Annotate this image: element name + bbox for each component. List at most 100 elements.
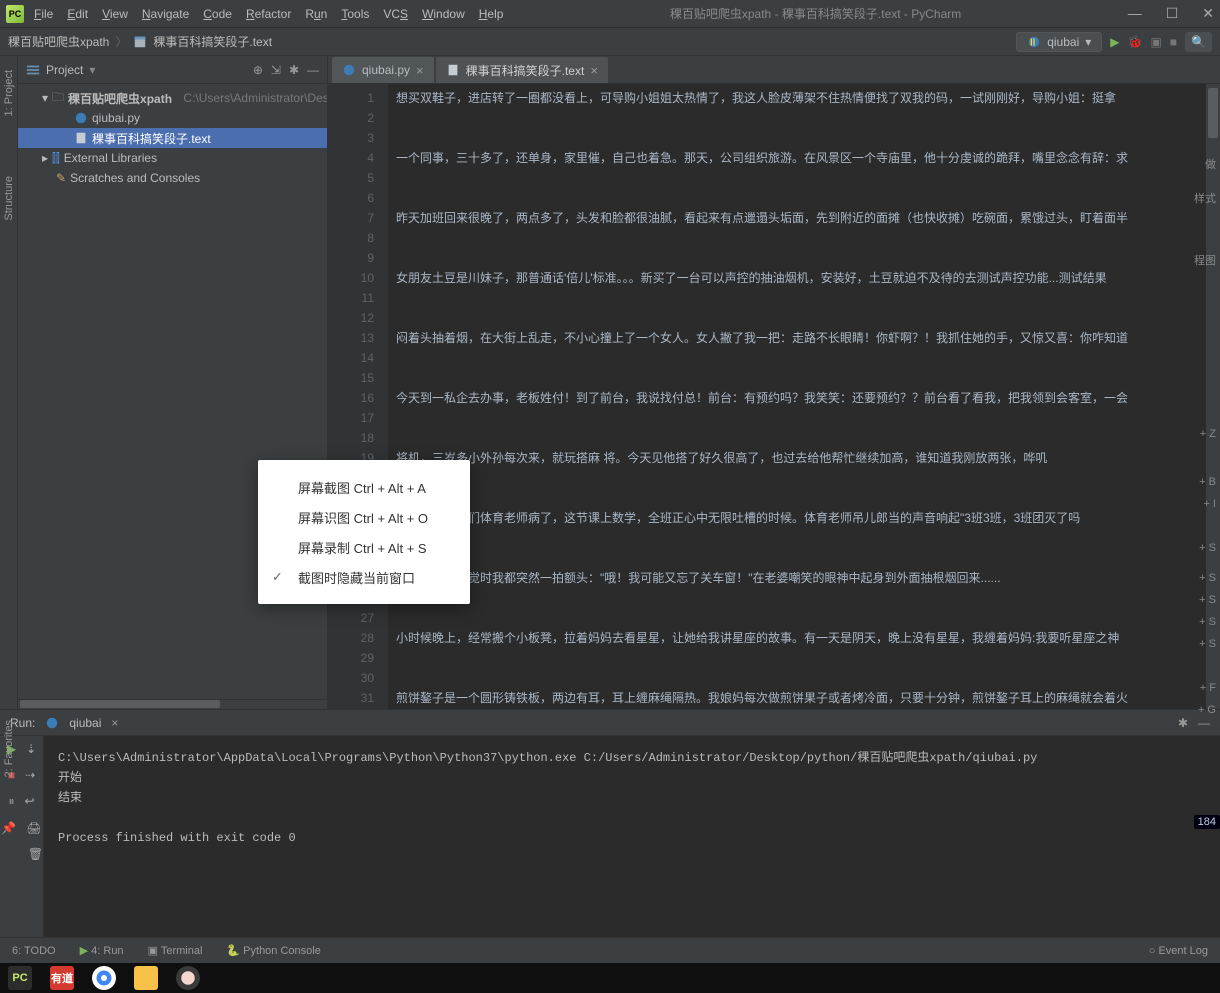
- navigation-bar: 稞百贴吧爬虫xpath 〉 稞事百科搞笑段子.text qiubai ▾ ▶ 🐞…: [0, 28, 1220, 56]
- code-content[interactable]: 想买双鞋子，进店转了一圈都没看上，可导购小姐姐太热情了，我这人脸皮薄架不住热情便…: [388, 84, 1206, 709]
- taskbar-explorer[interactable]: [134, 966, 158, 990]
- expand-icon[interactable]: ▾: [42, 91, 48, 105]
- print-icon[interactable]: 🖨: [26, 821, 41, 835]
- tree-item-qiubai[interactable]: qiubai.py: [18, 108, 327, 128]
- menu-tools[interactable]: Tools: [341, 7, 369, 21]
- collapse-target-icon[interactable]: ⊕: [253, 63, 263, 77]
- tool-run[interactable]: ▶ 4: Run: [80, 944, 124, 957]
- editor-scrollbar[interactable]: [1206, 84, 1220, 709]
- menu-edit[interactable]: Edit: [67, 7, 88, 21]
- taskbar-app2[interactable]: [176, 966, 200, 990]
- root-path: C:\Users\Administrator\Desk: [183, 91, 327, 105]
- menu-run[interactable]: Run: [305, 7, 327, 21]
- gear-icon[interactable]: ✱: [1178, 716, 1188, 730]
- step-icon[interactable]: ⇢: [25, 768, 35, 782]
- breadcrumb-root[interactable]: 稞百贴吧爬虫xpath: [8, 33, 109, 50]
- breadcrumb-separator: 〉: [115, 33, 127, 50]
- coverage-button[interactable]: ▣: [1150, 35, 1161, 49]
- debug-button[interactable]: 🐞: [1128, 35, 1143, 49]
- run-button[interactable]: ▶: [1110, 35, 1119, 49]
- bottom-tool-bar: 6: TODO ▶ 4: Run ▣ Terminal 🐍 Python Con…: [0, 937, 1220, 963]
- badge-count: 184: [1194, 815, 1220, 829]
- menu-item-hide-window[interactable]: 截图时隐藏当前窗口: [258, 562, 470, 592]
- taskbar-app1[interactable]: 有道: [50, 966, 74, 990]
- hide-icon[interactable]: —: [307, 63, 319, 77]
- wrap-icon[interactable]: ↩: [24, 794, 34, 809]
- collapse-all-icon[interactable]: ⇲: [271, 63, 281, 77]
- chevron-down-icon[interactable]: ▾: [89, 63, 95, 77]
- screenshot-context-menu: 屏幕截图 Ctrl + Alt + A 屏幕识图 Ctrl + Alt + O …: [258, 460, 470, 604]
- menu-help[interactable]: Help: [479, 7, 504, 21]
- maximize-button[interactable]: ☐: [1166, 5, 1179, 22]
- window-title: 稞百贴吧爬虫xpath - 稞事百科搞笑段子.text - PyCharm: [503, 5, 1127, 22]
- trash-icon[interactable]: 🗑: [28, 847, 43, 861]
- run-config-name: qiubai: [69, 716, 101, 730]
- settings-icon[interactable]: ✱: [289, 63, 299, 77]
- editor-tabs: qiubai.py × 稞事百科搞笑段子.text ×: [328, 56, 1220, 84]
- pin-icon[interactable]: 📌: [1, 821, 16, 835]
- folder-icon: 🗀: [52, 88, 64, 109]
- tree-label: 稞事百科搞笑段子.text: [92, 130, 211, 147]
- menu-window[interactable]: Window: [422, 7, 465, 21]
- minimize-icon[interactable]: —: [1198, 716, 1210, 730]
- tool-eventlog[interactable]: ○ Event Log: [1149, 945, 1208, 957]
- run-to-cursor-icon[interactable]: ⇣: [26, 742, 36, 756]
- tree-label: External Libraries: [64, 151, 157, 165]
- expand-icon[interactable]: ▸: [42, 151, 48, 165]
- titlebar: PC File Edit View Navigate Code Refactor…: [0, 0, 1220, 28]
- menu-navigate[interactable]: Navigate: [142, 7, 189, 21]
- tree-scratches[interactable]: ✎ Scratches and Consoles: [18, 168, 327, 188]
- project-title: Project: [46, 63, 83, 77]
- run-config-label: qiubai: [1047, 35, 1079, 49]
- project-tree: ▾ 🗀 稞百贴吧爬虫xpath C:\Users\Administrator\D…: [18, 84, 327, 192]
- breadcrumb: 稞百贴吧爬虫xpath 〉 稞事百科搞笑段子.text: [8, 33, 272, 50]
- menu-code[interactable]: Code: [203, 7, 232, 21]
- close-icon[interactable]: ×: [416, 63, 424, 78]
- project-sidebar: Project ▾ ⊕ ⇲ ✱ — ▾ 🗀 稞百贴吧爬虫xpath C:\Use…: [18, 56, 328, 709]
- minimize-button[interactable]: —: [1128, 5, 1142, 22]
- close-icon[interactable]: ×: [590, 63, 598, 78]
- tree-label: Scratches and Consoles: [70, 171, 200, 185]
- tree-label: qiubai.py: [92, 111, 140, 125]
- tool-terminal[interactable]: ▣ Terminal: [148, 944, 203, 957]
- pause-icon[interactable]: ⏸: [8, 794, 14, 809]
- pycharm-logo: PC: [6, 5, 24, 23]
- taskbar-chrome[interactable]: [92, 966, 116, 990]
- menu-item-record[interactable]: 屏幕录制 Ctrl + Alt + S: [258, 532, 470, 562]
- tree-item-text-selected[interactable]: 稞事百科搞笑段子.text: [18, 128, 327, 148]
- root-name: 稞百贴吧爬虫xpath: [68, 90, 172, 107]
- main-menu: File Edit View Navigate Code Refactor Ru…: [34, 7, 503, 21]
- run-tool-window: Run: qiubai × ✱ — ▶⇣ ■⇢ ⏸↩ 📌🖨 🗑 C:\Users…: [0, 709, 1220, 937]
- run-configuration-selector[interactable]: qiubai ▾: [1016, 32, 1102, 52]
- tab-label: 稞事百科搞笑段子.text: [466, 62, 585, 79]
- tool-pyconsole[interactable]: 🐍 Python Console: [226, 944, 320, 957]
- console-output[interactable]: C:\Users\Administrator\AppData\Local\Pro…: [44, 736, 1220, 937]
- search-button[interactable]: 🔍: [1185, 32, 1212, 52]
- left-tool-strip: 1: Project Structure 2: Favorites: [0, 56, 18, 709]
- menu-item-screenshot[interactable]: 屏幕截图 Ctrl + Alt + A: [258, 472, 470, 502]
- line-gutter: 1234567891011121314151617181920212223242…: [328, 84, 388, 709]
- chevron-down-icon: ▾: [1085, 35, 1091, 49]
- tab-qiubai[interactable]: qiubai.py ×: [332, 57, 434, 83]
- close-button[interactable]: ✕: [1202, 5, 1214, 22]
- taskbar-pycharm[interactable]: PC: [8, 966, 32, 990]
- menu-refactor[interactable]: Refactor: [246, 7, 291, 21]
- side-tab-structure[interactable]: Structure: [3, 166, 15, 231]
- side-tab-project[interactable]: 1: Project: [3, 60, 15, 126]
- breadcrumb-file[interactable]: 稞事百科搞笑段子.text: [153, 33, 272, 50]
- tree-external-libs[interactable]: ▸ ⫿⫿ External Libraries: [18, 148, 327, 168]
- editor: qiubai.py × 稞事百科搞笑段子.text × 123456789101…: [328, 56, 1220, 709]
- tool-todo[interactable]: 6: TODO: [12, 945, 56, 957]
- sidebar-scrollbar[interactable]: [20, 700, 220, 708]
- windows-taskbar: PC 有道: [0, 963, 1220, 993]
- menu-item-ocr[interactable]: 屏幕识图 Ctrl + Alt + O: [258, 502, 470, 532]
- tab-text-active[interactable]: 稞事百科搞笑段子.text ×: [436, 57, 608, 83]
- menu-view[interactable]: View: [102, 7, 128, 21]
- menu-file[interactable]: File: [34, 7, 53, 21]
- tab-label: qiubai.py: [362, 63, 410, 77]
- close-icon[interactable]: ×: [111, 716, 118, 730]
- tree-root[interactable]: ▾ 🗀 稞百贴吧爬虫xpath C:\Users\Administrator\D…: [18, 88, 327, 108]
- stop-button[interactable]: ■: [1170, 35, 1177, 49]
- side-tab-favorites[interactable]: 2: Favorites: [3, 710, 15, 787]
- menu-vcs[interactable]: VCS: [383, 7, 408, 21]
